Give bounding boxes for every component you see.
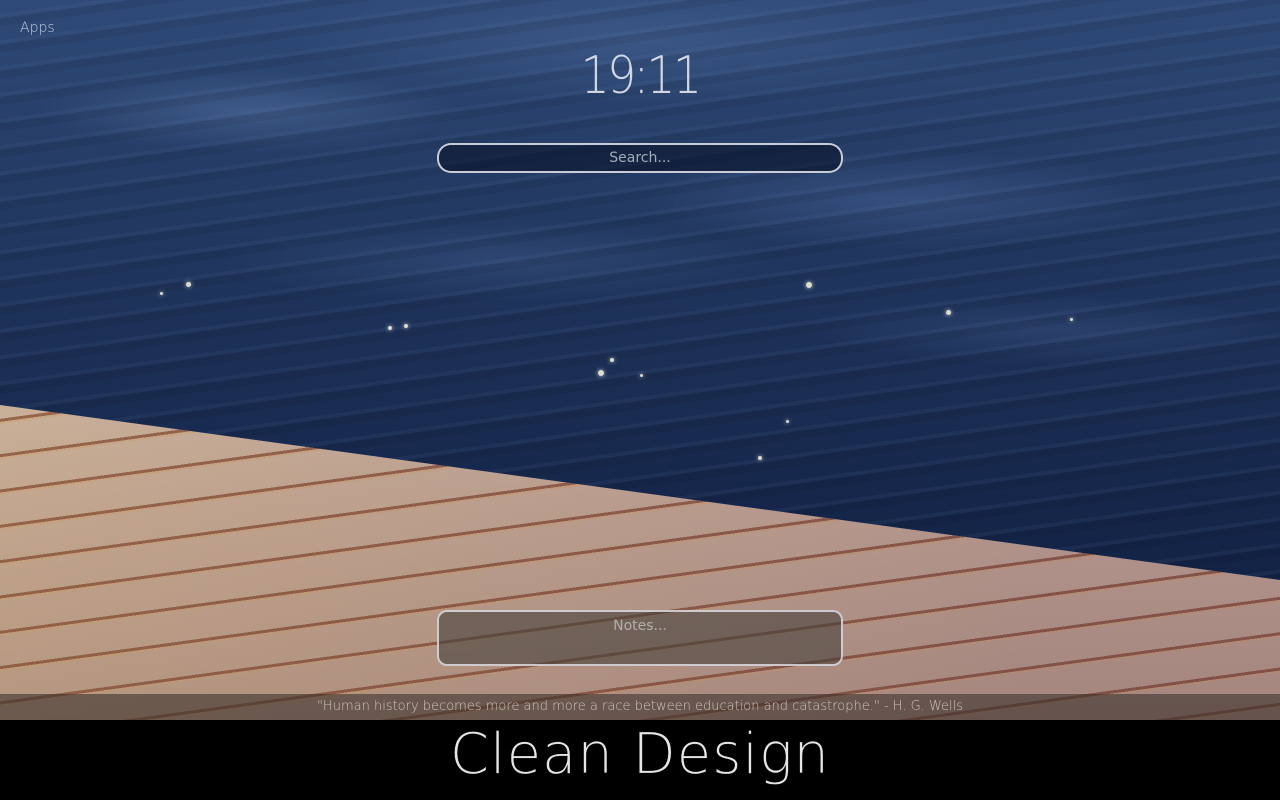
water-sparkle: [388, 326, 392, 330]
water-sparkle: [806, 282, 812, 288]
quote-bar: "Human history becomes more and more a r…: [0, 694, 1280, 720]
water-sparkle: [186, 282, 191, 287]
water-sparkle: [946, 310, 951, 315]
water-sparkle: [598, 370, 604, 376]
water-sparkle: [610, 358, 614, 362]
quote-text: "Human history becomes more and more a r…: [316, 699, 964, 714]
apps-link[interactable]: Apps: [20, 20, 55, 36]
footer-title: Clean Design: [449, 722, 831, 787]
water-sparkle: [1070, 318, 1073, 321]
water-sparkle: [160, 292, 163, 295]
water-sparkle: [404, 324, 408, 328]
water-sparkle: [640, 374, 643, 377]
clock: 19:11: [580, 46, 702, 106]
notes-input[interactable]: [437, 610, 843, 666]
search-input[interactable]: [437, 143, 843, 173]
water-sparkle: [786, 420, 789, 423]
water-sparkle: [758, 456, 762, 460]
